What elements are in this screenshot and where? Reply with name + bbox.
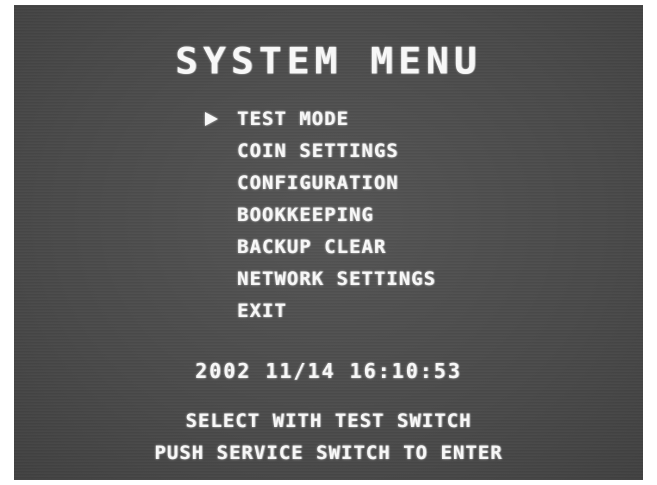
menu-item-label: BOOKKEEPING [237,204,374,226]
menu-item-label: CONFIGURATION [237,172,399,194]
system-menu-list: TEST MODE COIN SETTINGS CONFIGURATION BO… [205,103,436,327]
datetime-display: 2002 11/14 16:10:53 [195,359,462,383]
menu-item-configuration[interactable]: CONFIGURATION [205,167,436,199]
instruction-enter: PUSH SERVICE SWITCH TO ENTER [154,442,503,464]
system-menu-screen: SYSTEM MENU TEST MODE COIN SETTINGS CONF… [14,5,643,480]
menu-item-label: NETWORK SETTINGS [237,268,437,290]
page-title: SYSTEM MENU [175,40,482,82]
menu-item-label: BACKUP CLEAR [237,236,387,258]
menu-item-coin-settings[interactable]: COIN SETTINGS [205,135,436,167]
menu-item-label: EXIT [237,300,287,322]
triangle-right-icon [205,112,218,126]
instruction-select: SELECT WITH TEST SWITCH [185,410,472,432]
menu-item-network-settings[interactable]: NETWORK SETTINGS [205,263,436,295]
menu-item-exit[interactable]: EXIT [205,295,436,327]
menu-item-label: TEST MODE [237,108,349,130]
menu-item-test-mode[interactable]: TEST MODE [205,103,436,135]
menu-item-bookkeeping[interactable]: BOOKKEEPING [205,199,436,231]
menu-item-backup-clear[interactable]: BACKUP CLEAR [205,231,436,263]
menu-item-label: COIN SETTINGS [237,140,399,162]
